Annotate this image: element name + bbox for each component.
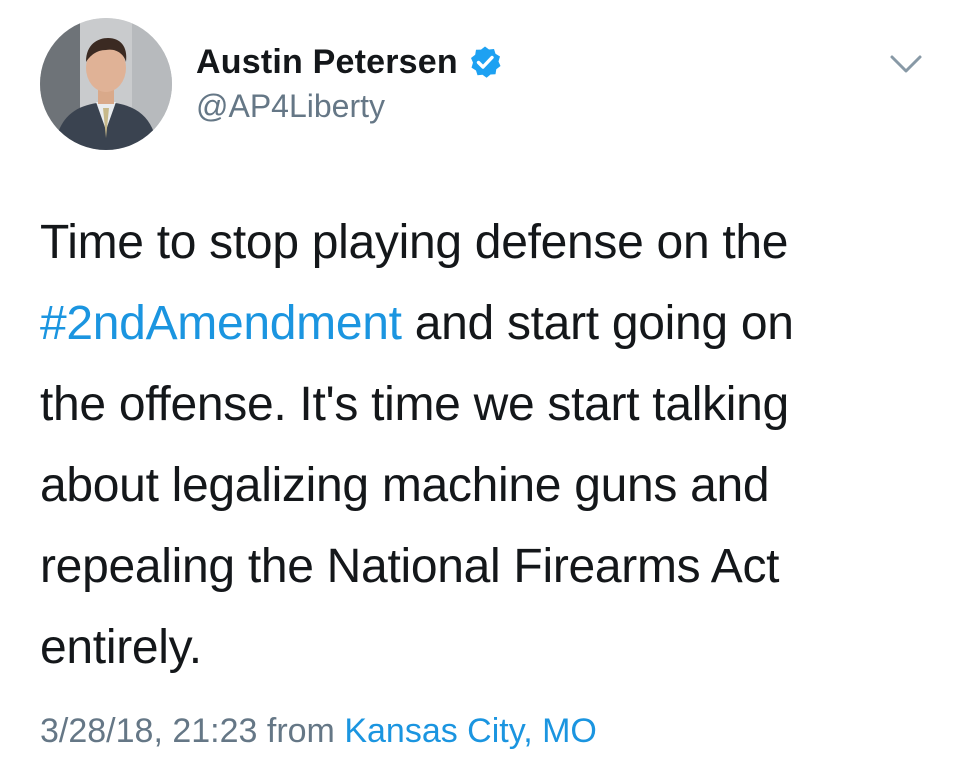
chevron-down-icon[interactable] — [888, 52, 924, 76]
tweet-line: about legalizing machine guns and — [40, 445, 930, 526]
user-handle[interactable]: @AP4Liberty — [196, 88, 502, 125]
timestamp[interactable]: 3/28/18, 21:23 — [40, 712, 257, 750]
tweet-text-segment: entirely. — [40, 621, 202, 674]
tweet-line: the offense. It's time we start talking — [40, 364, 930, 445]
location-link[interactable]: Kansas City, MO — [344, 712, 597, 750]
tweet-text-segment: repealing the National Firearms Act — [40, 540, 780, 593]
user-names: Austin Petersen @AP4Liberty — [196, 40, 502, 125]
tweet-line: entirely. — [40, 607, 930, 688]
tweet-text-segment: and start going on — [401, 297, 794, 350]
tweet-line: Time to stop playing defense on the — [40, 202, 930, 283]
verified-badge-icon — [468, 45, 502, 79]
tweet-text-segment: about legalizing machine guns and — [40, 459, 770, 512]
display-name-row: Austin Petersen — [196, 40, 502, 84]
tweet-text-segment: the offense. It's time we start talking — [40, 378, 789, 431]
avatar[interactable] — [40, 18, 172, 150]
hashtag-link[interactable]: #2ndAmendment — [40, 297, 402, 350]
profile-photo-icon — [40, 18, 172, 150]
tweet-text: Time to stop playing defense on the #2nd… — [40, 202, 930, 688]
tweet-text-segment: Time to stop playing defense on the — [40, 216, 789, 269]
tweet-line: #2ndAmendment and start going on — [40, 283, 930, 364]
display-name[interactable]: Austin Petersen — [196, 43, 458, 82]
tweet-meta: 3/28/18, 21:23 from Kansas City, MO — [40, 712, 597, 751]
tweet-line: repealing the National Firearms Act — [40, 526, 930, 607]
from-label: from — [266, 712, 335, 750]
tweet-card: Austin Petersen @AP4Liberty Time to stop… — [0, 0, 960, 780]
